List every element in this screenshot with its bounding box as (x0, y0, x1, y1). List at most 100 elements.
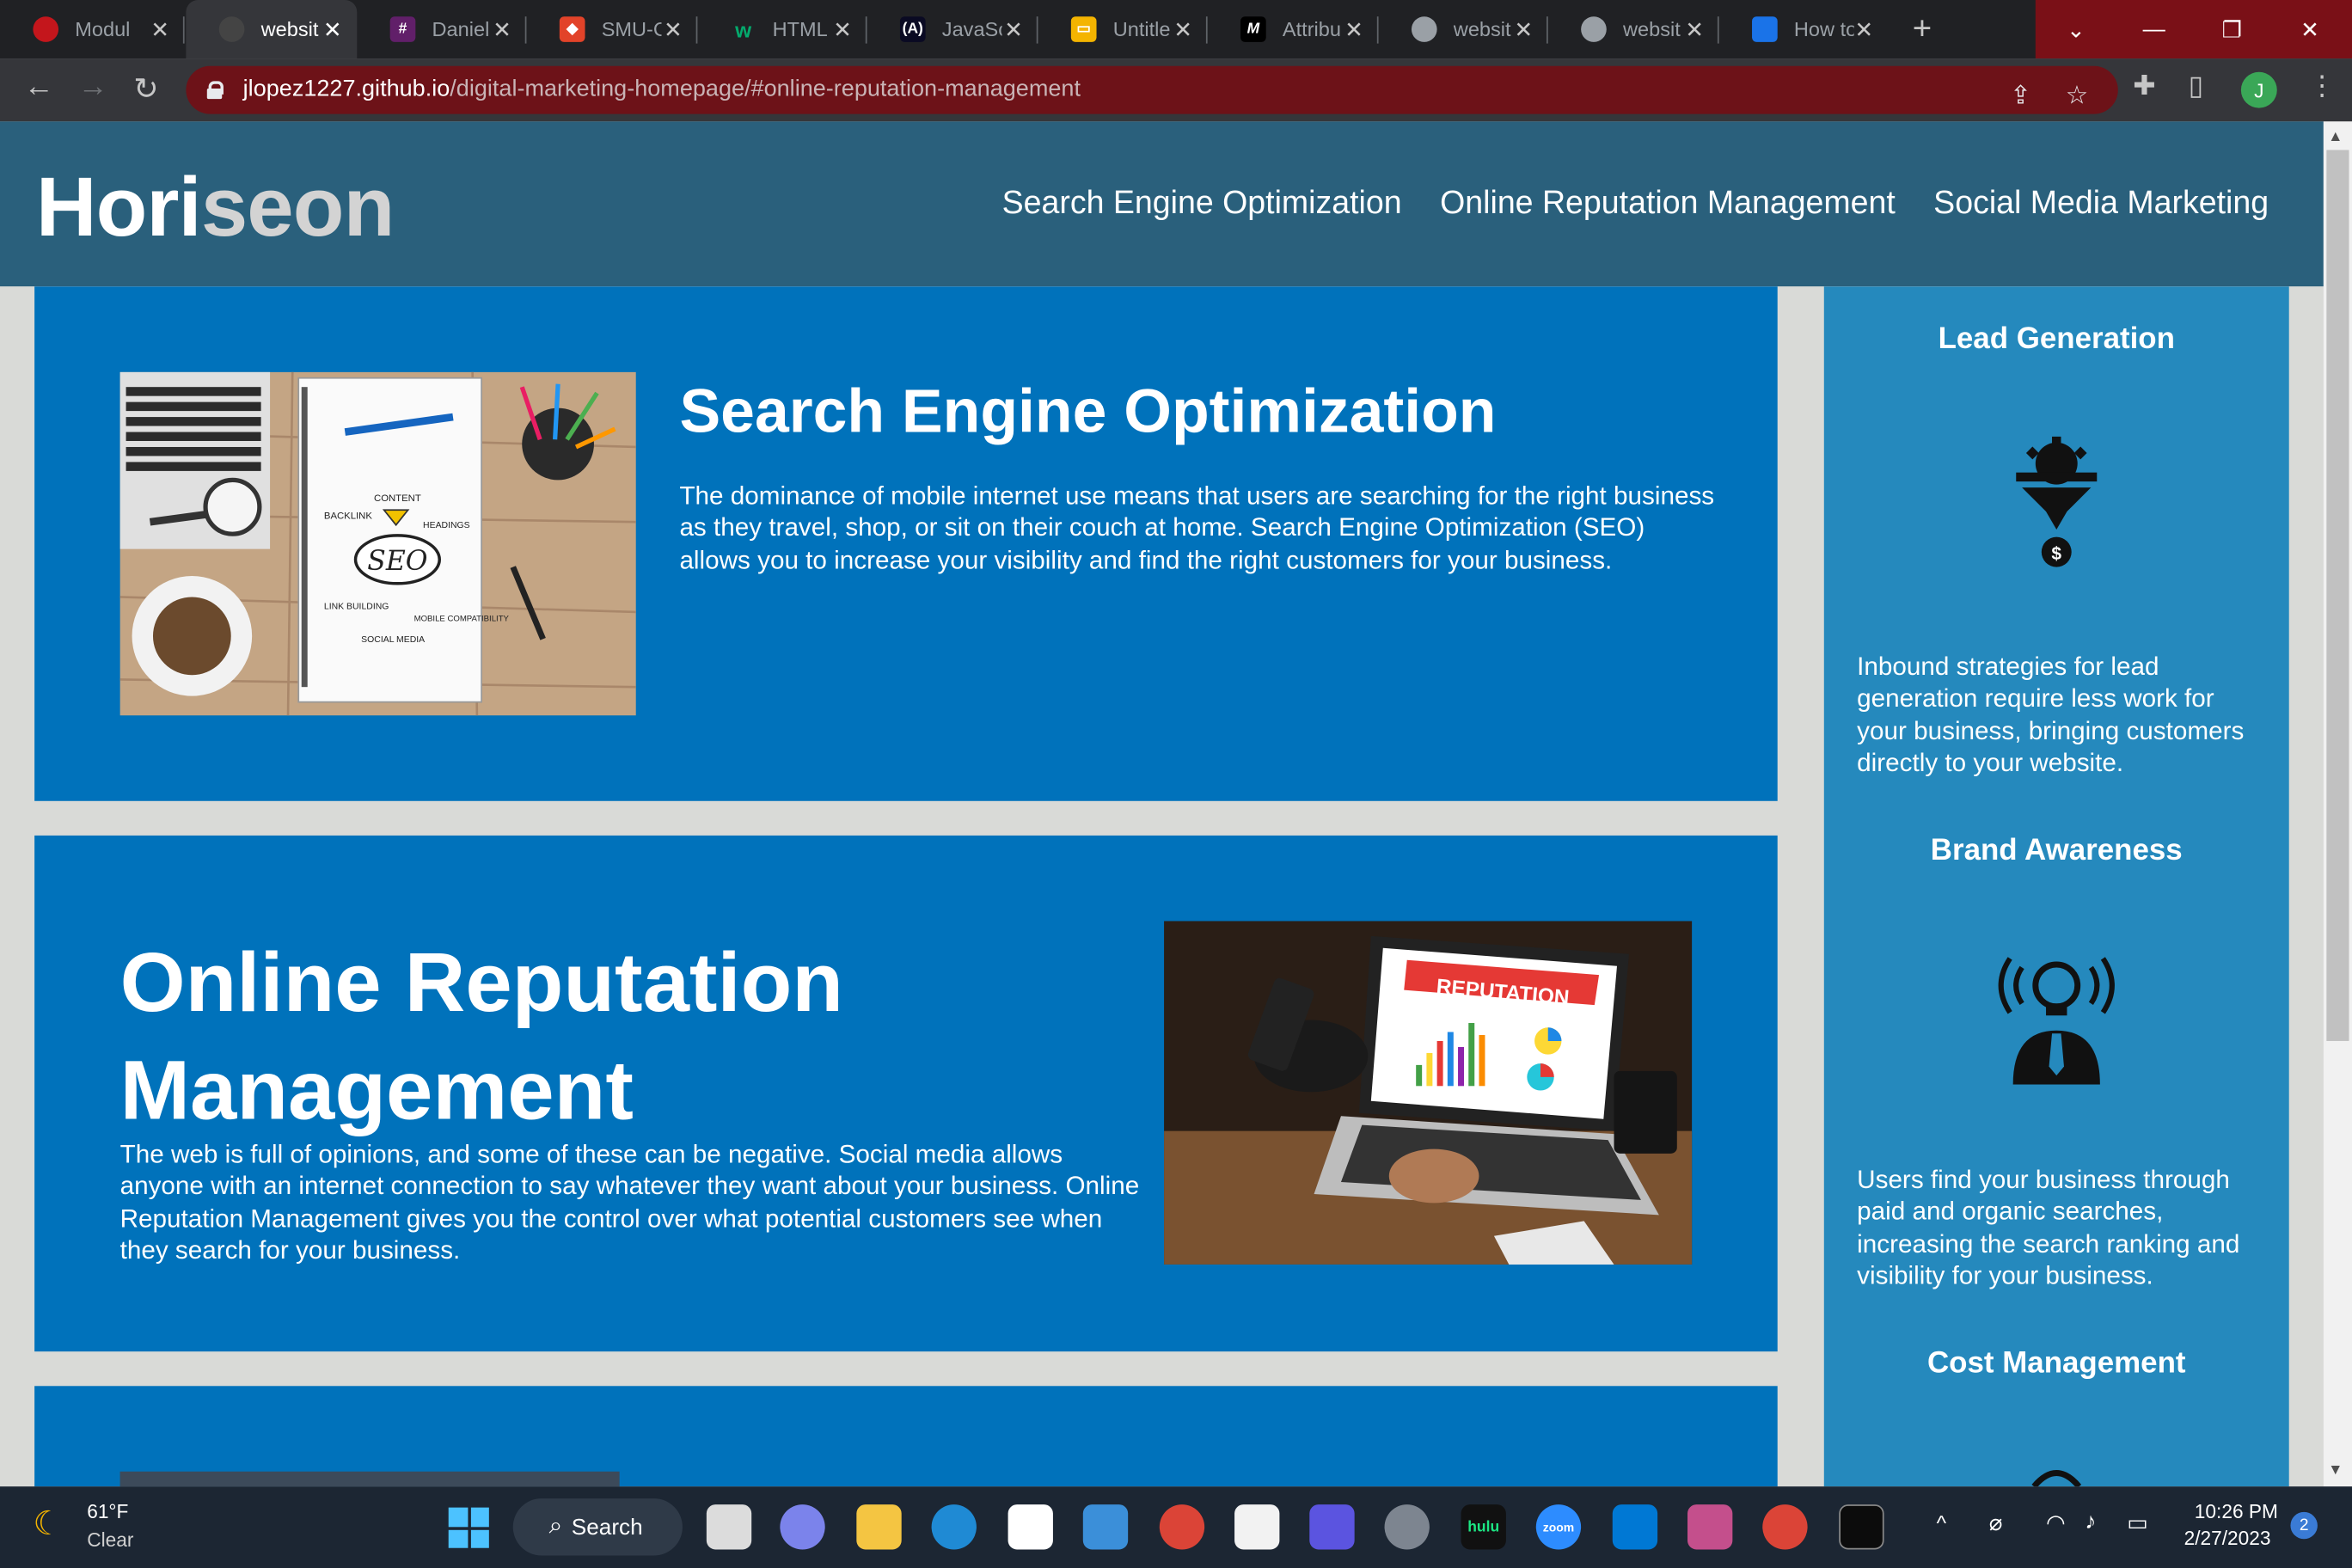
image-label: LINK BUILDING (324, 602, 389, 611)
bookmark-star-icon[interactable]: ☆ (2066, 81, 2089, 111)
browser-tab[interactable]: (A) JavaSc ✕ (867, 0, 1038, 58)
edge-icon[interactable] (931, 1504, 977, 1550)
restore-icon[interactable]: ❐ (2193, 0, 2271, 58)
close-icon[interactable]: ✕ (664, 16, 683, 44)
taskbar-search[interactable]: ⌕ Search (512, 1498, 683, 1556)
image-label: MOBILE COMPATIBILITY (414, 614, 510, 623)
close-icon[interactable]: ✕ (1854, 16, 1873, 44)
url-path: /digital-marketing-homepage/#online-repu… (450, 76, 1081, 102)
mdn-icon: M (1240, 16, 1266, 42)
notion-icon[interactable] (1234, 1504, 1280, 1550)
vscode-icon[interactable] (1612, 1504, 1658, 1550)
globe-icon (1411, 16, 1437, 42)
seo-image: SEO CONTENT BACKLINK HEADINGS LINK BUILD… (119, 371, 636, 716)
gitkraken-icon[interactable] (1687, 1504, 1733, 1550)
network-off-icon[interactable]: ⌀ (1989, 1509, 2003, 1536)
nav-link-social-media[interactable]: Social Media Marketing (1933, 185, 2269, 223)
close-icon[interactable]: ✕ (1685, 16, 1704, 44)
github-icon (218, 16, 245, 42)
image-label: BACKLINK (324, 511, 372, 522)
tab-search-chevron-icon[interactable]: ⌄ (2037, 0, 2116, 58)
microsoft-store-icon[interactable] (1008, 1504, 1053, 1550)
browser-tab[interactable]: # Daniel ✕ (357, 0, 527, 58)
tab-label: websit (1453, 17, 1511, 41)
reputation-image: REPUTATION (1164, 921, 1693, 1265)
zoom-icon[interactable]: zoom (1535, 1504, 1582, 1550)
gitlab-icon: ◆ (559, 16, 585, 42)
browser-tab[interactable]: M Attribu ✕ (1208, 0, 1379, 58)
tab-label: websit (260, 17, 319, 41)
browser-tab[interactable]: ◆ SMU-C ✕ (526, 0, 698, 58)
teams-chat-icon[interactable] (780, 1504, 825, 1550)
browser-tab[interactable]: How to ✕ (1719, 0, 1889, 58)
notification-badge[interactable]: 2 (2290, 1511, 2318, 1540)
tab-label: SMU-C (601, 17, 662, 41)
address-bar[interactable]: jlopez1227.github.io /digital-marketing-… (186, 65, 2118, 114)
back-arrow-icon[interactable]: ← (24, 70, 54, 105)
browser-tab[interactable]: websit ✕ (1379, 0, 1548, 58)
side-panel-icon[interactable]: ▯ (2189, 70, 2203, 102)
globe-icon (1581, 16, 1607, 42)
hulu-icon[interactable]: hulu (1461, 1504, 1506, 1550)
tab-label: websit (1622, 17, 1681, 41)
scroll-down-arrow-icon[interactable]: ▼ (2328, 1462, 2343, 1479)
forward-arrow-icon[interactable]: → (78, 70, 108, 105)
tab-label: Untitle (1112, 17, 1171, 41)
clock-time[interactable]: 10:26 PM (2195, 1500, 2278, 1522)
moon-weather-icon[interactable]: ☾ (33, 1504, 62, 1543)
extensions-puzzle-icon[interactable]: ✚ (2133, 70, 2155, 102)
clock-date[interactable]: 2/27/2023 (2184, 1527, 2271, 1549)
social-media-section (34, 1386, 1778, 1487)
mail-icon[interactable] (1082, 1504, 1129, 1550)
close-icon[interactable]: ✕ (1344, 16, 1363, 44)
scroll-up-arrow-icon[interactable]: ▲ (2328, 129, 2343, 145)
close-icon[interactable]: ✕ (493, 16, 511, 44)
minimize-icon[interactable]: — (2115, 0, 2193, 58)
site-logo[interactable]: Horiseon (36, 157, 395, 254)
battery-icon[interactable]: ▭ (2127, 1509, 2148, 1536)
volume-icon[interactable]: ♪ (2085, 1509, 2096, 1534)
reputation-heading: Online Reputation Management (119, 934, 844, 1137)
search-icon: ⌕ (548, 1513, 563, 1540)
browser-tab[interactable]: w HTML ✕ (697, 0, 867, 58)
slack-icon: # (389, 16, 416, 42)
nav-link-reputation[interactable]: Online Reputation Management (1440, 185, 1896, 223)
lock-icon[interactable] (206, 81, 224, 100)
file-explorer-icon[interactable] (856, 1504, 902, 1550)
terminal-icon[interactable] (1839, 1504, 1884, 1550)
benefit-text: Inbound strategies for lead generation r… (1857, 652, 2245, 777)
chrome-icon[interactable] (1159, 1504, 1205, 1550)
share-icon[interactable]: ⇪ (2010, 81, 2031, 111)
settings-gear-icon[interactable] (1384, 1504, 1430, 1550)
seo-text: The dominance of mobile internet use mea… (679, 481, 1715, 574)
browser-tab[interactable]: Modul ✕ (0, 0, 185, 58)
browser-tab[interactable]: websit ✕ (1548, 0, 1719, 58)
close-icon[interactable]: ✕ (833, 16, 852, 44)
tray-chevron-icon[interactable]: ^ (1937, 1510, 1946, 1534)
weather-desc[interactable]: Clear (87, 1528, 133, 1551)
windows-start-icon[interactable] (448, 1507, 489, 1548)
chrome-profile-icon[interactable] (1762, 1504, 1808, 1550)
menu-kebab-icon[interactable]: ⋮ (2308, 70, 2335, 102)
new-tab-plus-icon[interactable]: + (1913, 9, 1932, 47)
close-icon[interactable]: ✕ (1004, 16, 1023, 44)
window-close-icon[interactable]: ✕ (2271, 0, 2349, 58)
close-icon[interactable]: ✕ (1514, 16, 1533, 44)
tab-label: How to (1793, 17, 1854, 41)
cost-management-icon (2031, 1470, 2082, 1487)
browser-tab[interactable]: ▭ Untitle ✕ (1038, 0, 1208, 58)
bing-icon[interactable] (1309, 1504, 1355, 1550)
reload-icon[interactable]: ↻ (133, 70, 158, 108)
benefit-title: Lead Generation (1938, 322, 2175, 356)
seo-heading: Search Engine Optimization (679, 376, 1497, 446)
close-icon[interactable]: ✕ (1173, 16, 1192, 44)
close-icon[interactable]: ✕ (150, 16, 169, 44)
browser-tab-active[interactable]: websit ✕ (186, 0, 358, 59)
profile-avatar[interactable]: J (2240, 71, 2277, 108)
scrollbar-thumb[interactable] (2326, 150, 2349, 1041)
task-view-icon[interactable] (706, 1504, 752, 1550)
close-icon[interactable]: ✕ (323, 16, 342, 44)
wifi-icon[interactable]: ◠ (2046, 1509, 2066, 1536)
weather-temp[interactable]: 61°F (87, 1500, 128, 1522)
nav-link-seo[interactable]: Search Engine Optimization (1002, 185, 1402, 223)
